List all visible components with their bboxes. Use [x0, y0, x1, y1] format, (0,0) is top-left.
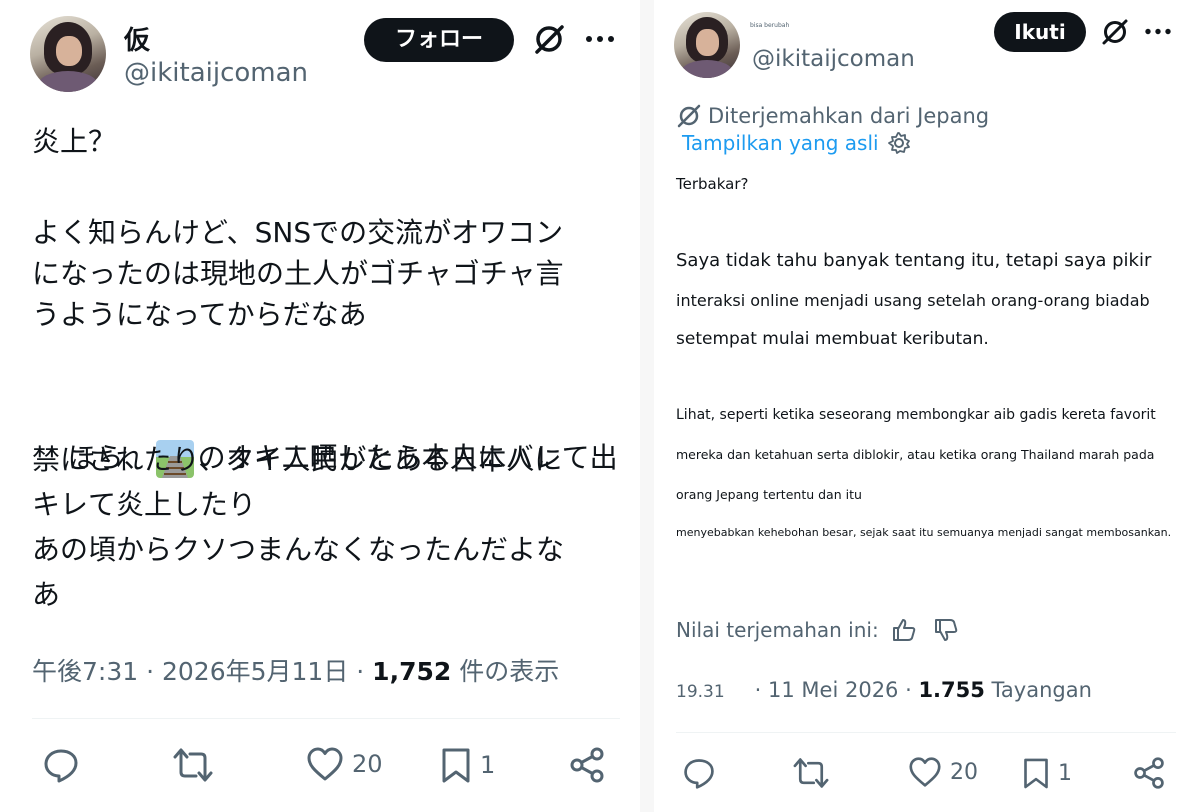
translated-line: Lihat, seperti ketika seseorang membongk…	[676, 407, 1156, 423]
thumbs-down-icon[interactable]	[933, 617, 959, 643]
follow-button[interactable]: Ikuti	[994, 12, 1086, 52]
translated-line: interaksi online menjadi usang setelah o…	[676, 291, 1150, 310]
gear-icon[interactable]	[887, 131, 911, 155]
bookmark-button[interactable]: 1	[440, 746, 495, 784]
views-label: 件の表示	[451, 657, 560, 686]
retweet-button[interactable]	[172, 746, 214, 784]
panel-separator	[640, 0, 654, 812]
grok-icon	[677, 104, 701, 128]
like-button[interactable]: 20	[908, 756, 978, 788]
divider	[676, 732, 1176, 733]
translated-line: Saya tidak tahu banyak tentang itu, teta…	[676, 250, 1152, 271]
translated-line: Terbakar?	[676, 175, 749, 193]
views-label: Tayangan	[984, 678, 1092, 702]
retweet-button[interactable]	[792, 756, 830, 790]
tweet-meta: 午後7:31 · 2026年5月11日 · 1,752 件の表示	[32, 652, 559, 688]
bookmark-button[interactable]: 1	[1022, 756, 1072, 790]
tweet-meta: 19.31 · 11 Mei 2026 · 1.755 Tayangan	[676, 678, 1092, 702]
share-icon	[570, 747, 604, 783]
timestamp[interactable]: 午後7:31 · 2026年5月11日 ·	[32, 657, 372, 686]
heart-icon	[307, 747, 343, 781]
show-original-label[interactable]: Tampilkan yang asli	[682, 131, 879, 155]
user-handle[interactable]: @ikitaijcoman	[752, 46, 915, 72]
tweet-text-paragraph: よく知らんけど、SNSでの交流がオワコン になったのは現地の土人がゴチャゴチャ言…	[32, 216, 564, 331]
avatar[interactable]	[30, 16, 106, 92]
divider	[32, 718, 620, 719]
view-count: 1,752	[372, 657, 452, 686]
more-icon[interactable]	[1144, 27, 1172, 36]
reply-button[interactable]	[42, 746, 80, 784]
bookmark-count: 1	[480, 751, 496, 779]
translated-line: menyebabkan kehebohan besar, sejak saat …	[676, 526, 1172, 539]
retweet-icon	[173, 748, 213, 782]
date[interactable]: · 11 Mei 2026 ·	[755, 678, 919, 702]
reply-icon	[684, 759, 714, 789]
retweet-icon	[793, 758, 829, 788]
timestamp[interactable]: 19.31	[676, 682, 725, 702]
translated-line: orang Jepang tertentu dan itu	[676, 487, 862, 502]
user-handle[interactable]: @ikitaijcoman	[124, 58, 308, 88]
grok-icon[interactable]	[1100, 17, 1130, 47]
share-button[interactable]	[1132, 756, 1166, 790]
share-icon	[1134, 757, 1164, 789]
follow-button[interactable]: フォロー	[364, 18, 514, 62]
translated-from-label: Diterjemahkan dari Jepang	[708, 104, 990, 128]
display-name[interactable]: 仮	[124, 20, 150, 57]
tweet-text-paragraph: 禁にされたり、タイ人民がとある日本人に キレて炎上したり あの頃からクソつまんな…	[32, 443, 565, 611]
share-button[interactable]	[568, 746, 606, 784]
reply-button[interactable]	[682, 756, 716, 790]
tweet-translated-panel: bisa berubah @ikitaijcoman Ikuti Diterje…	[654, 0, 1199, 812]
translation-notice: Diterjemahkan dari Jepang	[676, 103, 989, 129]
bookmark-icon	[1024, 758, 1048, 789]
thumbs-up-icon[interactable]	[891, 617, 917, 643]
like-count: 20	[950, 759, 978, 785]
translated-line: mereka dan ketahuan serta diblokir, atau…	[676, 447, 1155, 462]
view-count: 1.755	[918, 678, 985, 702]
more-icon[interactable]	[584, 34, 616, 44]
rate-translation: Nilai terjemahan ini:	[676, 617, 959, 643]
like-count: 20	[352, 750, 383, 778]
like-button[interactable]: 20	[306, 746, 383, 782]
heart-icon	[909, 757, 941, 787]
tweet-text-line: 炎上？	[32, 125, 117, 158]
rate-translation-label: Nilai terjemahan ini:	[676, 618, 879, 642]
show-original-link[interactable]: Tampilkan yang asli	[682, 131, 911, 155]
tweet-japanese-panel: 仮 @ikitaijcoman フォロー 炎上？ よく知らんけど、SNSでの交流…	[0, 0, 640, 812]
bookmark-count: 1	[1058, 760, 1072, 786]
grok-icon[interactable]	[532, 22, 566, 56]
translated-line: setempat mulai membuat keributan.	[676, 329, 989, 349]
avatar[interactable]	[674, 12, 740, 78]
bookmark-icon	[442, 748, 470, 783]
reply-icon	[44, 749, 78, 783]
display-name[interactable]: bisa berubah	[750, 22, 789, 29]
